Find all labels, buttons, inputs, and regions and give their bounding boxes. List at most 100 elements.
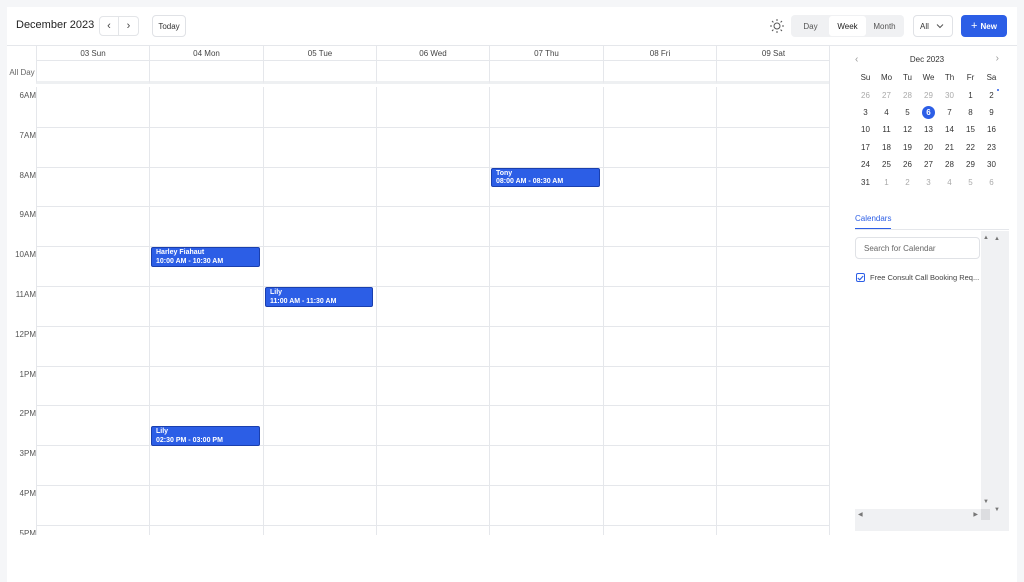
mini-day[interactable]: 29 (918, 86, 939, 103)
view-month-button[interactable]: Month (866, 16, 903, 36)
sun-icon[interactable] (769, 18, 785, 34)
calendar-item[interactable]: Free Consult Call Booking Req... (856, 273, 981, 282)
next-week-button[interactable]: › (119, 16, 139, 36)
mini-day[interactable]: 17 (855, 139, 876, 156)
event-block[interactable]: Lily 02:30 PM - 03:00 PM (151, 426, 260, 447)
mini-day[interactable]: 25 (876, 156, 897, 173)
sidebar: ‹ Dec 2023 › Su Mo Tu We Th Fr Sa 26 27 28 29 30 1 2 3… (843, 46, 1017, 535)
mini-day[interactable]: 10 (855, 121, 876, 138)
tab-calendars[interactable]: Calendars (855, 214, 892, 229)
event-title: Tony (496, 169, 513, 177)
all-day-cell[interactable] (149, 61, 263, 84)
mini-day[interactable]: 23 (981, 139, 1002, 156)
chevron-down-icon (936, 24, 944, 29)
calendar-filter-select[interactable]: All (913, 15, 953, 37)
view-week-button[interactable]: Week (829, 16, 866, 36)
all-day-cell[interactable] (603, 61, 716, 84)
mini-day[interactable]: 21 (939, 139, 960, 156)
mini-day[interactable]: 4 (876, 104, 897, 121)
calendar-app: December 2023 ‹ › Today Day Week Month A… (7, 7, 1017, 582)
hour-gridline (36, 286, 829, 287)
mini-day[interactable]: 16 (981, 121, 1002, 138)
scroll-left-icon[interactable]: ◀ (858, 511, 863, 518)
mini-day[interactable]: 2 (981, 86, 1002, 103)
mini-day[interactable]: 3 (855, 104, 876, 121)
day-column-header[interactable]: 05 Tue (263, 46, 376, 61)
mini-day[interactable]: 13 (918, 121, 939, 138)
mini-day[interactable]: 12 (897, 121, 918, 138)
mini-day[interactable]: 28 (897, 86, 918, 103)
day-column-header[interactable]: 08 Fri (603, 46, 716, 61)
mini-day[interactable]: 15 (960, 121, 981, 138)
mini-day[interactable]: 31 (855, 173, 876, 190)
mini-day[interactable]: 27 (876, 86, 897, 103)
chevron-left-icon: ‹ (107, 20, 111, 32)
mini-day[interactable]: 20 (918, 139, 939, 156)
mini-day[interactable]: 30 (981, 156, 1002, 173)
column-divider (149, 87, 150, 535)
mini-day[interactable]: 5 (960, 173, 981, 190)
event-block[interactable]: Tony 08:00 AM - 08:30 AM (491, 167, 600, 188)
event-time: 02:30 PM - 03:00 PM (156, 436, 223, 444)
mini-day[interactable]: 24 (855, 156, 876, 173)
mini-day[interactable]: 4 (939, 173, 960, 190)
scroll-right-icon[interactable]: ▶ (973, 511, 978, 518)
all-day-cell[interactable] (489, 61, 603, 84)
mini-day[interactable]: 18 (876, 139, 897, 156)
day-column-header[interactable]: 06 Wed (376, 46, 489, 61)
hour-label: 4PM (19, 489, 36, 498)
event-block[interactable]: Harley Fiahaut 10:00 AM - 10:30 AM (151, 247, 260, 268)
hour-label: 6AM (19, 91, 36, 100)
hour-label: 11AM (15, 290, 36, 299)
hour-gridline (36, 325, 829, 327)
mini-day[interactable]: 8 (960, 104, 981, 121)
checkbox-checked-icon[interactable] (856, 273, 865, 282)
all-day-cell[interactable] (716, 61, 829, 84)
outer-scrollbar[interactable]: ▲ ▼ (992, 231, 1001, 531)
vertical-scrollbar[interactable]: ▲ ▼ (981, 231, 990, 509)
all-day-cell[interactable] (36, 61, 149, 84)
mini-day[interactable]: 6 (981, 173, 1002, 190)
outer-scroll-down-icon[interactable]: ▼ (994, 507, 1000, 513)
day-column-header[interactable]: 07 Thu (489, 46, 603, 61)
mini-day[interactable]: 3 (918, 173, 939, 190)
hour-label: 8AM (19, 170, 36, 180)
day-column-header[interactable]: 09 Sat (716, 46, 829, 61)
outer-scroll-up-icon[interactable]: ▲ (994, 236, 1000, 242)
horizontal-scrollbar[interactable]: ◀ ▶ (855, 509, 981, 520)
calendar-search-input[interactable]: Search for Calendar (855, 237, 980, 259)
mini-day[interactable]: 5 (897, 104, 918, 121)
hour-label: 2PM (19, 409, 36, 419)
new-label: New (980, 21, 997, 31)
mini-day[interactable]: 30 (939, 86, 960, 103)
calendar-list: Search for Calendar Free Consult Call Bo… (855, 231, 981, 509)
mini-day[interactable]: 19 (897, 139, 918, 156)
mini-day[interactable]: 14 (939, 121, 960, 138)
mini-day[interactable]: 1 (960, 86, 981, 103)
mini-day[interactable]: 7 (939, 104, 960, 121)
mini-day[interactable]: 9 (981, 104, 1002, 121)
mini-day[interactable]: 11 (876, 121, 897, 138)
day-column-header[interactable]: 04 Mon (149, 46, 263, 61)
mini-day[interactable]: 28 (939, 156, 960, 173)
mini-day[interactable]: 1 (876, 173, 897, 190)
day-column-header[interactable]: 03 Sun (36, 46, 149, 61)
new-event-button[interactable]: + New (961, 15, 1007, 37)
all-day-cell[interactable] (376, 61, 489, 84)
all-day-cell[interactable] (263, 61, 376, 84)
prev-week-button[interactable]: ‹ (99, 16, 119, 36)
mini-day[interactable]: 2 (897, 173, 918, 190)
event-block[interactable]: Lily 11:00 AM - 11:30 AM (265, 287, 373, 307)
scroll-up-icon[interactable]: ▲ (983, 235, 989, 241)
mini-next-icon[interactable]: › (996, 53, 999, 64)
mini-day[interactable]: 27 (918, 156, 939, 173)
today-button[interactable]: Today (152, 15, 186, 37)
view-day-button[interactable]: Day (792, 16, 829, 36)
mini-day[interactable]: 26 (897, 156, 918, 173)
mini-day[interactable]: 29 (960, 156, 981, 173)
mini-day[interactable]: 26 (855, 86, 876, 103)
scroll-down-icon[interactable]: ▼ (983, 499, 989, 505)
mini-day-today[interactable]: 6 (918, 104, 939, 121)
date-navigation: ‹ › (99, 16, 140, 36)
mini-day[interactable]: 22 (960, 139, 981, 156)
